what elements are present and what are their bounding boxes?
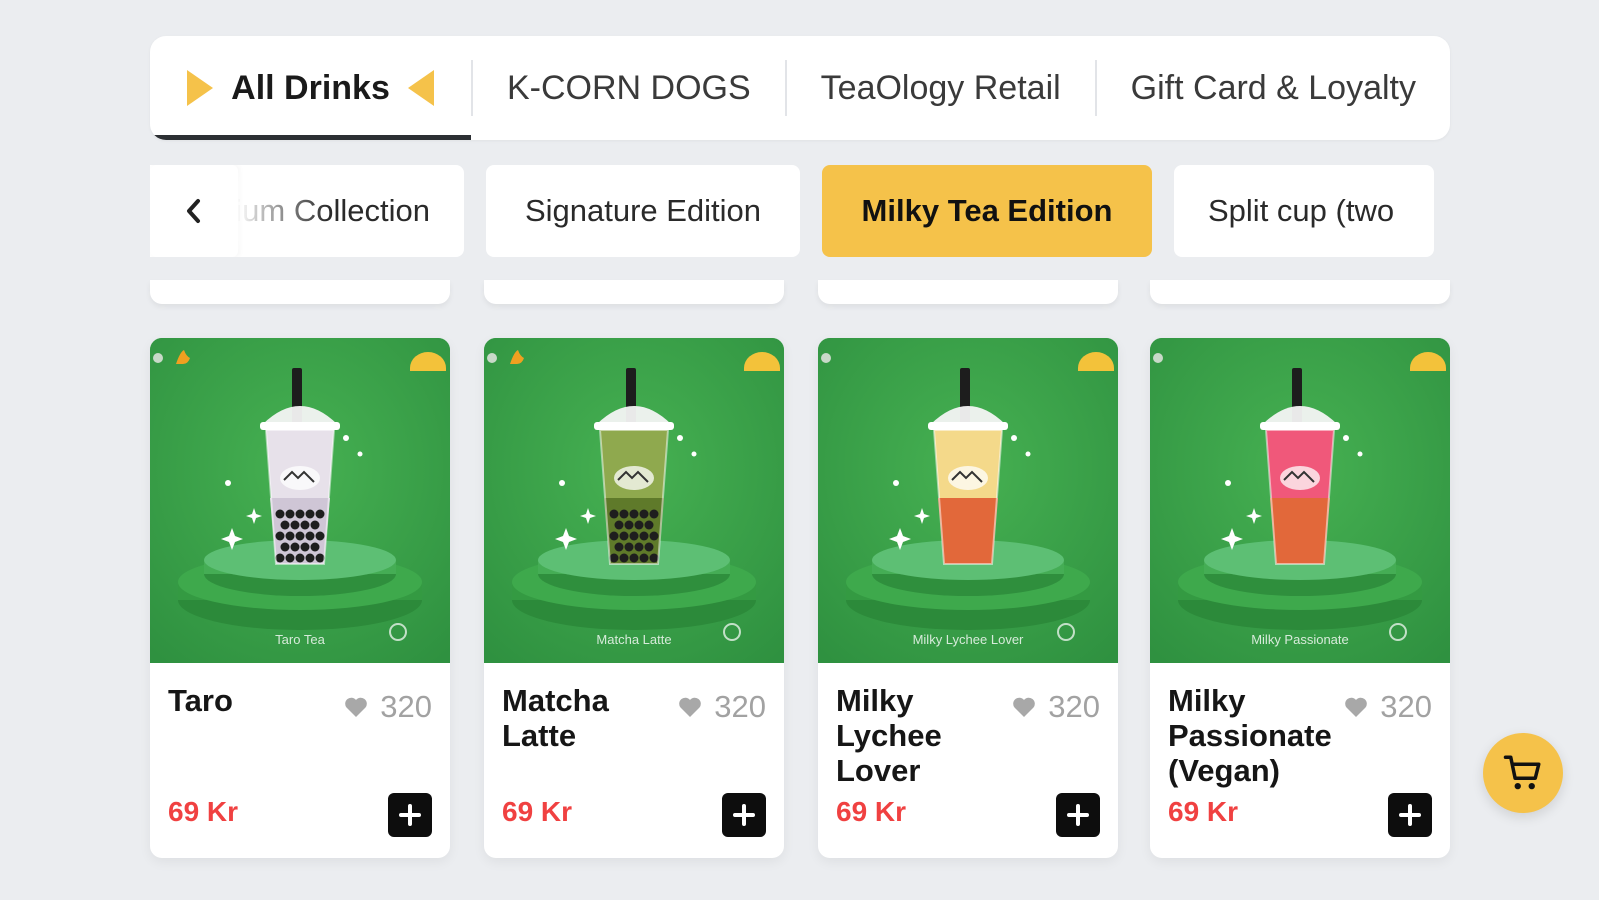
product-card-3[interactable]: Milky Lychee Lover Milky Lychee Lover 32… <box>818 338 1118 858</box>
image-caption: Milky Lychee Lover <box>912 632 1024 647</box>
add-to-cart-button[interactable] <box>388 793 432 837</box>
card-edge <box>1150 280 1450 304</box>
product-image: Milky Passionate <box>1150 338 1450 663</box>
card-edge <box>818 280 1118 304</box>
tab-label: All Drinks <box>231 68 390 107</box>
like-count[interactable]: 320 <box>678 689 766 725</box>
scroll-left-button[interactable] <box>150 165 238 257</box>
product-info: Taro 320 69 Kr <box>150 663 450 858</box>
category-tabs: All Drinks K-CORN DOGS TeaOlogy Retail G… <box>150 36 1450 140</box>
product-image: Taro Tea <box>150 338 450 663</box>
product-price: 69 Kr <box>836 796 907 827</box>
cart-icon <box>1503 755 1541 790</box>
add-to-cart-button[interactable] <box>722 793 766 837</box>
product-price: 69 Kr <box>168 796 239 827</box>
subtab-label: Milky Tea Edition <box>861 193 1113 228</box>
tab-label: Gift Card & Loyalty <box>1130 68 1417 107</box>
product-card-2[interactable]: Matcha Latte Matcha Latte 320 69 Kr <box>484 338 784 858</box>
subtab-split-cup[interactable]: Split cup (two <box>1174 165 1434 257</box>
add-to-cart-button[interactable] <box>1388 793 1432 837</box>
like-count-value: 320 <box>380 689 432 724</box>
product-name: Milky Passionate (Vegan) <box>1168 683 1332 788</box>
plus-icon <box>733 804 755 826</box>
product-info: Matcha Latte 320 69 Kr <box>484 663 784 858</box>
previous-row-cards <box>150 280 1450 304</box>
chevron-left-icon <box>187 199 200 223</box>
card-edge <box>150 280 450 304</box>
product-info: Milky Lychee Lover 320 69 Kr <box>818 663 1118 858</box>
product-name: Milky Lychee Lover <box>836 683 942 788</box>
like-count-value: 320 <box>1380 689 1432 724</box>
product-name: Taro <box>168 683 233 718</box>
subtab-milky-tea-edition[interactable]: Milky Tea Edition <box>822 165 1152 257</box>
triangle-right-icon <box>187 70 214 106</box>
product-image: Matcha Latte <box>484 338 784 663</box>
subcategory-tabs: Premium Collection Signature Edition Mil… <box>150 165 1450 257</box>
heart-icon <box>1013 697 1036 717</box>
plus-icon <box>1067 804 1089 826</box>
tab-k-corn-dogs[interactable]: K-CORN DOGS <box>473 36 785 140</box>
like-count-value: 320 <box>714 689 766 724</box>
add-to-cart-button[interactable] <box>1056 793 1100 837</box>
heart-icon <box>679 697 702 717</box>
tab-all-drinks[interactable]: All Drinks <box>150 36 472 140</box>
like-count[interactable]: 320 <box>1344 689 1432 725</box>
plus-icon <box>399 804 421 826</box>
like-count[interactable]: 320 <box>344 689 432 725</box>
triangle-left-icon <box>407 70 434 106</box>
subtab-label: Split cup (two <box>1208 193 1395 228</box>
cart-button[interactable] <box>1483 733 1563 813</box>
image-caption: Matcha Latte <box>596 632 672 647</box>
product-card-1[interactable]: Taro Tea Taro 320 69 Kr <box>150 338 450 858</box>
tab-gift-card-loyalty[interactable]: Gift Card & Loyalty <box>1097 36 1450 140</box>
tab-label: TeaOlogy Retail <box>820 68 1061 107</box>
heart-icon <box>345 697 368 717</box>
product-name: Matcha Latte <box>502 683 609 753</box>
plus-icon <box>1399 804 1421 826</box>
image-caption: Taro Tea <box>275 632 325 647</box>
like-count[interactable]: 320 <box>1012 689 1100 725</box>
heart-icon <box>1345 697 1368 717</box>
image-caption: Milky Passionate <box>1251 632 1349 647</box>
product-info: Milky Passionate (Vegan) 320 69 Kr <box>1150 663 1450 858</box>
product-card-4[interactable]: Milky Passionate Milky Passionate (Vegan… <box>1150 338 1450 858</box>
tab-teaology-retail[interactable]: TeaOlogy Retail <box>787 36 1095 140</box>
subtab-label: Signature Edition <box>524 193 762 228</box>
card-edge <box>484 280 784 304</box>
product-image: Milky Lychee Lover <box>818 338 1118 663</box>
subtab-signature-edition[interactable]: Signature Edition <box>486 165 800 257</box>
product-price: 69 Kr <box>502 796 573 827</box>
like-count-value: 320 <box>1048 689 1100 724</box>
tab-label: K-CORN DOGS <box>507 68 751 107</box>
product-price: 69 Kr <box>1168 796 1239 827</box>
